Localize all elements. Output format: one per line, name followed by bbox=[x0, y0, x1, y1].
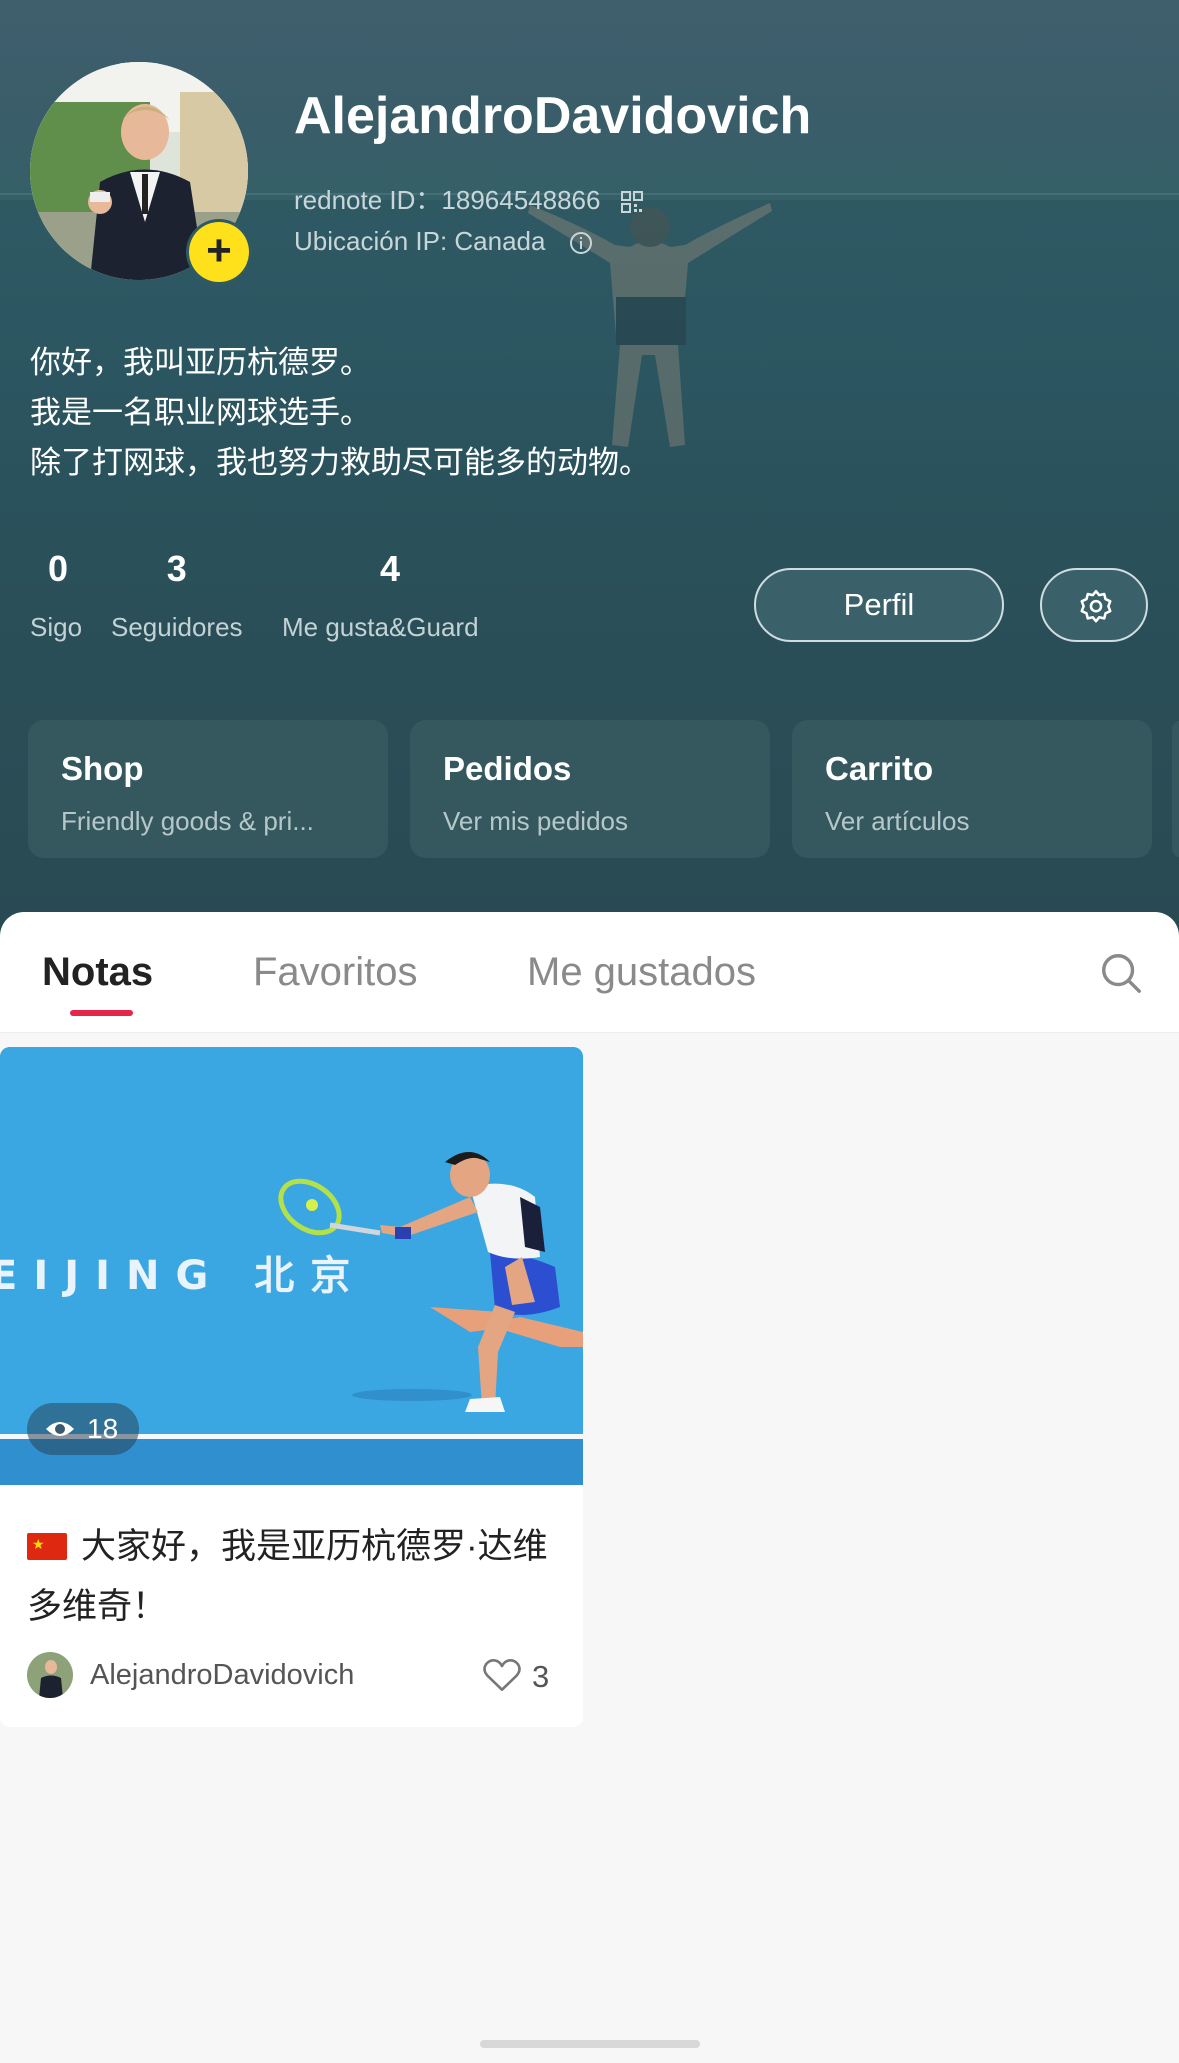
stat-following-value: 0 bbox=[48, 548, 69, 589]
stat-likes-saves-label: Me gusta&Guard bbox=[282, 612, 479, 642]
settings-button[interactable] bbox=[1040, 568, 1148, 642]
cart-card[interactable]: Carrito Ver artículos bbox=[792, 720, 1152, 858]
profile-username: AlejandroDavidovich bbox=[294, 87, 812, 145]
home-indicator[interactable] bbox=[480, 2040, 700, 2048]
shop-card-subtitle: Friendly goods & pri... bbox=[61, 806, 314, 836]
tab-favorites[interactable]: Favoritos bbox=[253, 950, 418, 995]
bio-line: 除了打网球，我也努力救助尽可能多的动物。 bbox=[30, 445, 650, 480]
like-count: 3 bbox=[532, 1659, 550, 1694]
search-icon[interactable] bbox=[1098, 950, 1144, 996]
add-follow-badge[interactable]: + bbox=[189, 222, 249, 282]
orders-card-title: Pedidos bbox=[443, 750, 572, 787]
note-title: 大家好，我是亚历杭德罗·达维多维奇！ bbox=[27, 1527, 548, 1626]
author-avatar[interactable] bbox=[27, 1652, 73, 1698]
cart-card-title: Carrito bbox=[825, 750, 934, 787]
qr-code-icon[interactable] bbox=[620, 190, 644, 214]
stat-followers[interactable]: 3 Seguidores bbox=[111, 548, 243, 643]
profile-ip-row: Ubicación IP: Canada bbox=[294, 226, 593, 257]
profile-header: + AlejandroDavidovich rednote ID：1896454… bbox=[0, 0, 1179, 940]
active-tab-indicator bbox=[70, 1010, 133, 1016]
orders-card-subtitle: Ver mis pedidos bbox=[443, 806, 628, 836]
profile-id-row: rednote ID：18964548866 bbox=[294, 180, 644, 217]
edit-profile-button[interactable]: Perfil bbox=[754, 568, 1004, 642]
stat-following[interactable]: 0 Sigo bbox=[30, 548, 82, 643]
stat-followers-label: Seguidores bbox=[111, 612, 243, 642]
stat-likes-saves[interactable]: 4 Me gusta&Guard bbox=[282, 548, 479, 643]
gear-icon bbox=[1080, 589, 1112, 623]
cart-card-subtitle: Ver artículos bbox=[825, 806, 970, 836]
stat-following-label: Sigo bbox=[30, 612, 83, 642]
shop-card-title: Shop bbox=[61, 750, 144, 787]
eye-icon bbox=[46, 1422, 74, 1436]
view-count: 18 bbox=[87, 1413, 119, 1444]
court-lettering: EIJING 北京 bbox=[0, 1253, 366, 1299]
china-flag-icon: ★ bbox=[27, 1533, 67, 1560]
heart-icon[interactable] bbox=[482, 1657, 522, 1693]
author-name[interactable]: AlejandroDavidovich bbox=[90, 1659, 354, 1692]
bio-line: 你好，我叫亚历杭德罗。 bbox=[30, 345, 371, 380]
next-card-peek[interactable] bbox=[1172, 720, 1179, 858]
profile-bio: 你好，我叫亚历杭德罗。 我是一名职业网球选手。 除了打网球，我也努力救助尽可能多… bbox=[30, 338, 650, 488]
note-cover-image[interactable]: EIJING 北京 18 bbox=[0, 1047, 583, 1485]
tab-notes[interactable]: Notas bbox=[42, 950, 153, 995]
view-count-badge: 18 bbox=[27, 1403, 139, 1455]
profile-id-text: rednote ID：18964548866 bbox=[294, 185, 601, 215]
note-card[interactable]: EIJING 北京 18 ★ 大家好，我是亚历杭德罗·达维多维奇！ Alejan… bbox=[0, 1047, 583, 1727]
info-icon[interactable] bbox=[569, 231, 593, 255]
content-tabs: Notas Favoritos Me gustados bbox=[0, 912, 1179, 1032]
orders-card[interactable]: Pedidos Ver mis pedidos bbox=[410, 720, 770, 858]
profile-ip-text: Ubicación IP: Canada bbox=[294, 226, 546, 256]
tab-liked[interactable]: Me gustados bbox=[527, 950, 756, 995]
stat-followers-value: 3 bbox=[166, 548, 187, 589]
shop-card[interactable]: Shop Friendly goods & pri... bbox=[28, 720, 388, 858]
tabs-divider bbox=[0, 1032, 1179, 1033]
stat-likes-saves-value: 4 bbox=[380, 548, 401, 589]
note-title-row: ★ 大家好，我是亚历杭德罗·达维多维奇！ bbox=[27, 1517, 557, 1637]
bio-line: 我是一名职业网球选手。 bbox=[30, 395, 371, 430]
